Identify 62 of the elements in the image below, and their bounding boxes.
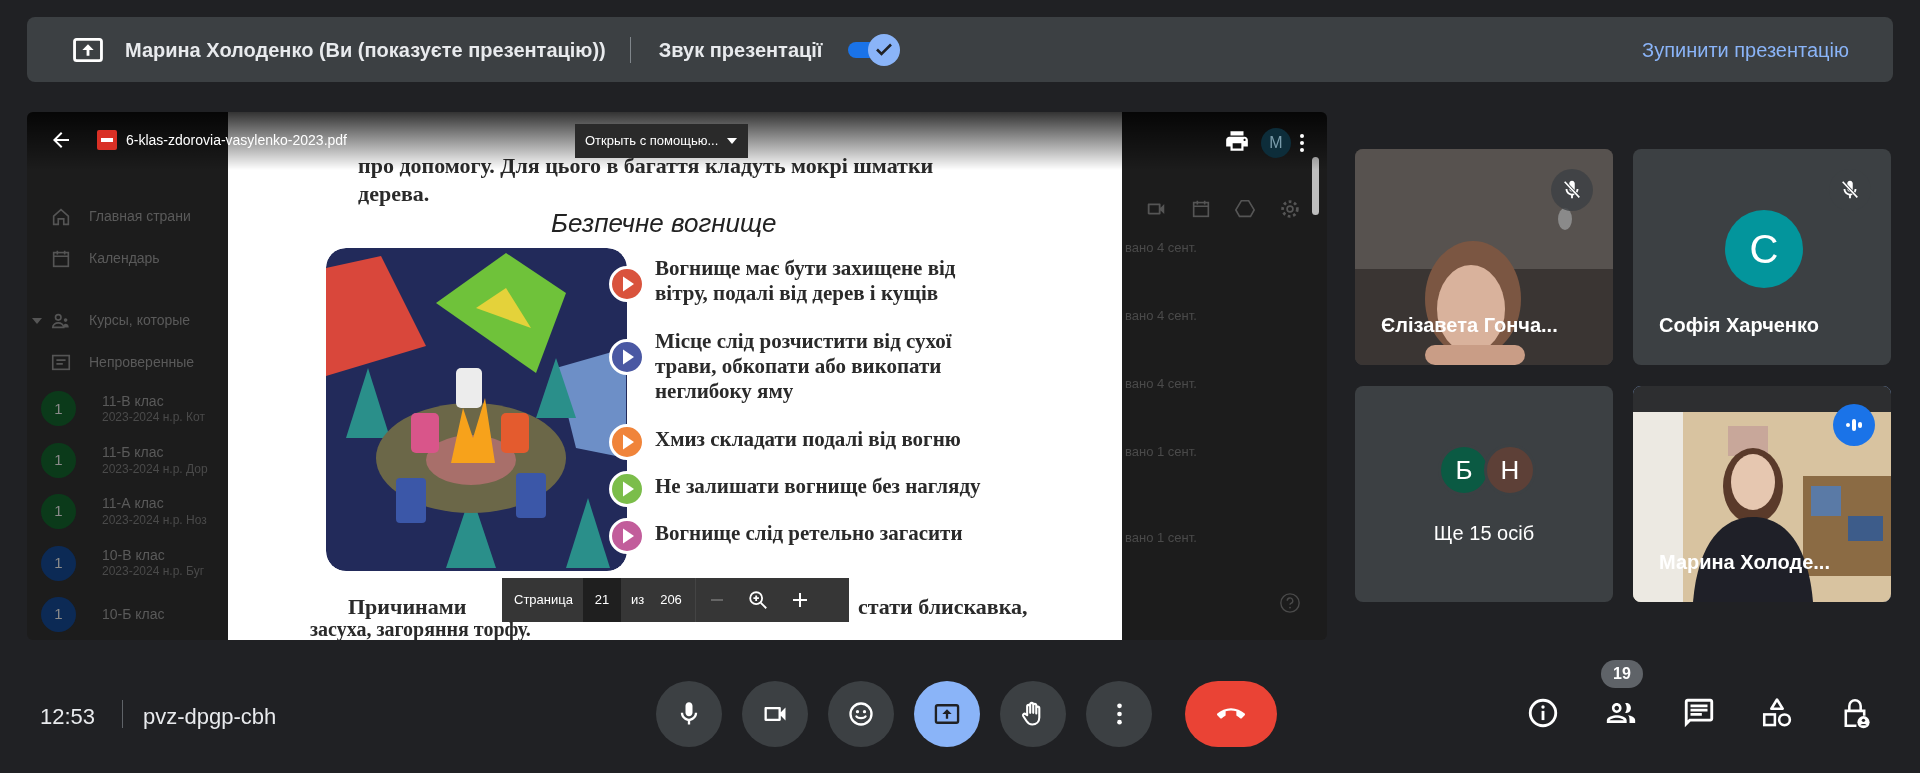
course-avatar: 1 [41,596,76,632]
audio-toggle[interactable] [846,32,901,67]
participant-tile[interactable]: Б Н Ще 15 осіб [1355,386,1613,602]
settings-icon [1279,198,1301,220]
page-label: Страница [514,591,573,610]
participant-name: Софія Харченко [1659,313,1819,338]
course-avatar: 1 [41,391,76,427]
play-icon [609,518,645,554]
avatar: С [1725,210,1803,288]
pdf-file-icon [97,130,117,150]
list-item-text: Вогнище слід ретельно загасити [655,521,963,546]
help-icon [1279,592,1301,614]
more-participants-label: Ще 15 осіб [1432,521,1536,546]
meeting-code: pvz-dpgp-cbh [143,703,277,731]
course-avatar: 1 [41,545,76,581]
play-icon [609,471,645,507]
nav-item[interactable]: Календарь [89,248,160,270]
page-total: 206 [660,591,682,610]
info-icon [1526,696,1560,730]
audio-label: Звук презентації [658,37,823,63]
list-item-text: Не залишати вогнище без нагляду [655,474,981,499]
scrollbar-thumb[interactable] [1312,157,1319,215]
zoom-icon[interactable] [746,589,769,611]
list-item-text: Хмиз складати подалі від вогню [655,427,961,452]
stop-presenting-link[interactable]: Зупинити презентацію [1642,34,1849,65]
more-icon[interactable] [1299,133,1305,153]
more-icon [1115,702,1123,726]
clock-time: 12:53 [40,703,96,731]
print-icon[interactable] [1224,128,1250,154]
course-name[interactable]: 10-Б клас [102,605,165,624]
course-avatar: 1 [41,442,76,478]
course-name[interactable]: 10-В клас [102,546,204,565]
open-with-button[interactable]: Открыть с помощью... [575,124,749,158]
play-icon [609,424,645,460]
participant-tile[interactable]: С Софія Харченко [1633,149,1891,365]
microphone-off-icon [1561,179,1583,201]
section-heading: Безпечне вогнище [551,207,777,240]
page-of-label: из [630,591,645,610]
check-icon [876,43,893,56]
play-icon [609,266,645,302]
play-icon [609,339,645,375]
list-item-text: Місце слід розчистити від сухої трави, обкопати або викопати неглибоку яму [655,329,952,404]
paragraph-fragment: засуха, загоряння торфу. [310,619,531,639]
course-avatar: 1 [41,494,76,530]
count-badge: 19 [1601,660,1643,688]
zoom-in-icon[interactable] [790,591,809,609]
course-name[interactable]: 11-В клас [102,392,205,411]
microphone-off-icon [1839,179,1861,201]
page-number-field[interactable]: 21 [582,578,621,622]
course-name[interactable]: 11-Б клас [102,444,208,462]
nav-item[interactable]: Главная страни [89,206,191,228]
nav-item[interactable]: Курсы, которые [89,310,191,332]
paragraph-fragment: стати блискавка, [858,593,1028,621]
account-avatar[interactable]: M [1261,128,1291,158]
avatar: Н [1484,444,1536,496]
list-item-text: Вогнище має бути захищене від вітру, подалі від дерев і кущів [655,256,956,306]
calendar-icon [1190,198,1212,220]
smiley-icon [847,700,875,728]
presenter-label: Марина Холоденко (Ви (показуєте презентацію)) [125,37,606,63]
course-name[interactable]: 11-А клас [102,495,207,513]
paragraph-fragment: Причинами [348,593,467,621]
nav-item[interactable]: Непроверенные [89,351,194,373]
